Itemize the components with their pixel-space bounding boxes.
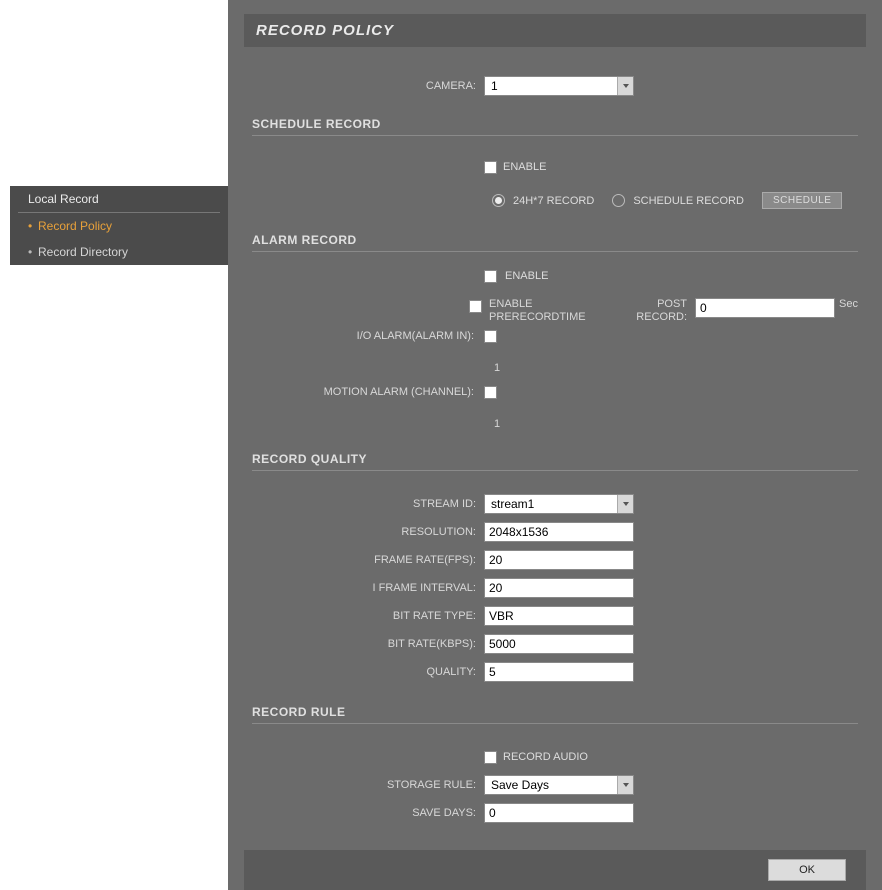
camera-select[interactable]: 1 <box>484 76 634 96</box>
stream-id-select[interactable]: stream1 <box>484 494 634 514</box>
postrecord-input[interactable] <box>695 298 835 318</box>
storage-rule-select[interactable]: Save Days <box>484 775 634 795</box>
save-days-input[interactable] <box>484 803 634 823</box>
chevron-down-icon <box>617 495 633 513</box>
schedule-enable-label: ENABLE <box>503 161 546 173</box>
alarm-enable-checkbox[interactable] <box>484 270 497 283</box>
io-alarm-checkbox[interactable] <box>484 330 497 343</box>
resolution-input[interactable] <box>484 522 634 542</box>
radio-icon <box>612 194 625 207</box>
record-audio-label: RECORD AUDIO <box>503 751 588 763</box>
alarm-enable-label: ENABLE <box>505 270 548 282</box>
quality-label: QUALITY: <box>252 666 484 678</box>
i-frame-label: I FRAME INTERVAL: <box>252 582 484 594</box>
frame-rate-input[interactable] <box>484 550 634 570</box>
motion-alarm-label: MOTION ALARM (CHANNEL): <box>252 386 484 399</box>
section-alarm-record: ALARM RECORD <box>252 233 858 252</box>
frame-rate-label: FRAME RATE(FPS): <box>252 554 484 566</box>
sidebar-item-label: Record Directory <box>38 245 128 259</box>
radio-schedule-record[interactable]: SCHEDULE RECORD <box>612 194 744 207</box>
storage-rule-label: STORAGE RULE: <box>252 779 484 791</box>
sidebar-item-record-directory[interactable]: Record Directory <box>10 239 228 265</box>
resolution-label: RESOLUTION: <box>252 526 484 538</box>
chevron-down-icon <box>617 77 633 95</box>
bit-rate-kbps-input[interactable] <box>484 634 634 654</box>
chevron-down-icon <box>617 776 633 794</box>
section-schedule-record: SCHEDULE RECORD <box>252 117 858 136</box>
radio-schedule-label: SCHEDULE RECORD <box>633 195 744 207</box>
io-alarm-index: 1 <box>494 362 858 374</box>
quality-input[interactable] <box>484 662 634 682</box>
camera-select-value: 1 <box>485 79 617 93</box>
sidebar: Local Record Record Policy Record Direct… <box>10 186 228 265</box>
motion-alarm-index: 1 <box>494 418 858 430</box>
content: CAMERA: 1 SCHEDULE RECORD ENABLE 24H*7 R… <box>228 47 882 824</box>
sidebar-item-record-policy[interactable]: Record Policy <box>10 213 228 239</box>
section-record-rule: RECORD RULE <box>252 705 858 724</box>
prerecord-enable-checkbox[interactable] <box>469 300 481 313</box>
camera-label: CAMERA: <box>252 80 484 92</box>
i-frame-input[interactable] <box>484 578 634 598</box>
postrecord-label: POST RECORD: <box>610 298 695 324</box>
schedule-button[interactable]: SCHEDULE <box>762 192 842 209</box>
stream-id-value: stream1 <box>485 497 617 511</box>
bit-rate-type-label: BIT RATE TYPE: <box>252 610 484 622</box>
radio-icon <box>492 194 505 207</box>
save-days-label: SAVE DAYS: <box>252 807 484 819</box>
radio-24h7[interactable]: 24H*7 RECORD <box>492 194 594 207</box>
page-title: RECORD POLICY <box>244 14 866 47</box>
io-alarm-label: I/O ALARM(ALARM IN): <box>252 330 484 343</box>
section-record-quality: RECORD QUALITY <box>252 452 858 471</box>
bit-rate-kbps-label: BIT RATE(KBPS): <box>252 638 484 650</box>
main-panel: RECORD POLICY CAMERA: 1 SCHEDULE RECORD … <box>228 0 882 890</box>
bit-rate-type-input[interactable] <box>484 606 634 626</box>
ok-button[interactable]: OK <box>768 859 846 881</box>
seconds-label: Sec <box>839 298 858 310</box>
schedule-enable-checkbox[interactable] <box>484 161 497 174</box>
storage-rule-value: Save Days <box>485 778 617 792</box>
record-audio-checkbox[interactable] <box>484 751 497 764</box>
motion-alarm-checkbox[interactable] <box>484 386 497 399</box>
sidebar-title: Local Record <box>18 186 220 213</box>
footer-bar: OK <box>244 850 866 890</box>
prerecord-label: ENABLE PRERECORDTIME <box>489 298 610 324</box>
radio-24h7-label: 24H*7 RECORD <box>513 195 594 207</box>
stream-id-label: STREAM ID: <box>252 498 484 510</box>
sidebar-item-label: Record Policy <box>38 219 112 233</box>
